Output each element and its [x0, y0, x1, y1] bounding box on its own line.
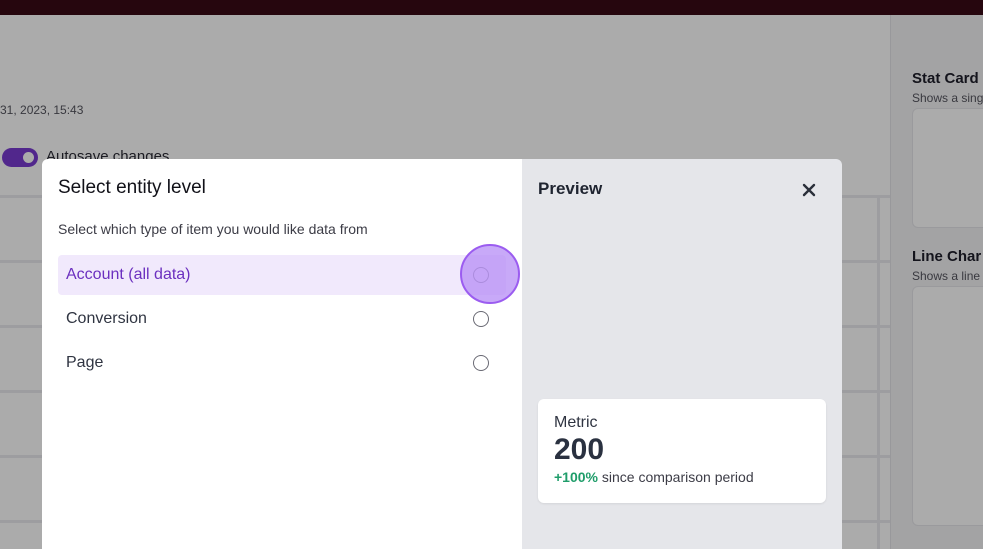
stat-label: Metric — [554, 414, 598, 431]
entity-level-modal: Select entity level Select which type of… — [42, 159, 842, 549]
preview-stat-card: Metric 200 +100% since comparison period — [538, 399, 826, 503]
preview-title: Preview — [538, 179, 603, 198]
option-page[interactable]: Page — [58, 343, 506, 383]
stat-value: 200 — [554, 433, 605, 466]
radio-button[interactable] — [473, 355, 489, 371]
stat-change-suffix: since comparison period — [601, 469, 754, 485]
stat-change-percent: +100% — [554, 469, 598, 485]
radio-button[interactable] — [473, 311, 489, 327]
option-label: Account (all data) — [66, 266, 191, 283]
option-label: Page — [66, 354, 104, 371]
entity-selection-panel: Select entity level Select which type of… — [42, 159, 522, 549]
modal-description: Select which type of item you would like… — [58, 221, 368, 237]
close-icon — [802, 183, 816, 197]
close-button[interactable] — [798, 179, 820, 201]
stat-change: +100% since comparison period — [554, 469, 754, 485]
preview-panel: Preview Metric 200 +100% since compariso… — [522, 159, 842, 549]
option-label: Conversion — [66, 310, 147, 327]
option-conversion[interactable]: Conversion — [58, 299, 506, 339]
modal-title: Select entity level — [58, 177, 206, 198]
radio-button[interactable] — [473, 267, 489, 283]
option-account[interactable]: Account (all data) — [58, 255, 506, 295]
